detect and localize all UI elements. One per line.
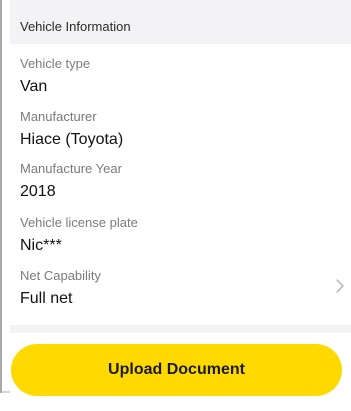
vehicle-type-label: Vehicle type [20,56,91,71]
field-vehicle-type: Vehicle type Van [20,56,90,97]
net-capability-value: Full net [20,290,73,307]
left-edge-border [0,0,2,393]
upload-document-button[interactable]: Upload Document [11,344,342,396]
field-net-capability[interactable]: Net Capability Full net [20,268,101,309]
section-divider [10,325,351,333]
net-capability-label: Net Capability [20,268,101,283]
manufacturer-value: Hiace (Toyota) [20,131,124,148]
chevron-right-icon[interactable] [335,278,345,294]
top-strip [10,0,351,8]
manufacture-year-value: 2018 [20,183,56,200]
manufacture-year-label: Manufacture Year [20,161,122,176]
section-title: Vehicle Information [20,18,131,34]
license-plate-value: Nic*** [20,237,62,254]
vehicle-type-value: Van [20,78,48,95]
vehicle-info-screen: Vehicle Information Vehicle type Van Man… [0,0,351,411]
field-manufacturer: Manufacturer Hiace (Toyota) [20,109,123,150]
section-header: Vehicle Information [10,8,351,44]
field-license-plate: Vehicle license plate Nic*** [20,215,138,256]
manufacturer-label: Manufacturer [20,109,97,124]
left-edge-corner [2,391,10,393]
license-plate-label: Vehicle license plate [20,215,138,230]
field-manufacture-year: Manufacture Year 2018 [20,161,122,202]
